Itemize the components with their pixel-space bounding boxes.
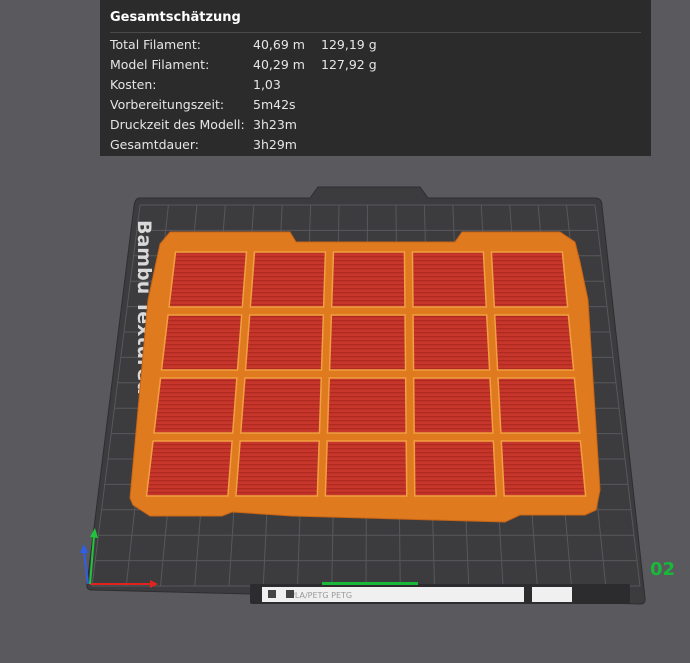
- model-compartment: [493, 314, 575, 371]
- model-compartment: [412, 377, 494, 434]
- model-compartment: [168, 251, 248, 308]
- model-compartment: [412, 314, 491, 371]
- model-compartment: [500, 440, 587, 497]
- model-compartment: [145, 440, 233, 497]
- model-compartment: [235, 440, 320, 497]
- 3d-viewport[interactable]: Bambu Textured PEI Plate PLA/PETG PETG: [0, 0, 690, 663]
- plate-number[interactable]: 02: [650, 559, 675, 580]
- model-compartment: [497, 377, 581, 434]
- sliced-model[interactable]: [129, 231, 601, 523]
- model-compartment: [324, 440, 408, 497]
- filament-label: PLA/PETG PETG: [290, 591, 352, 600]
- model-compartment: [249, 251, 327, 308]
- model-compartment: [411, 251, 488, 308]
- model-compartment: [153, 377, 238, 434]
- model-compartment: [326, 377, 407, 434]
- model-compartment: [330, 251, 406, 308]
- model-compartment: [328, 314, 407, 371]
- model-compartment: [244, 314, 325, 371]
- model-compartment: [490, 251, 569, 308]
- plate-label-strip: PLA/PETG PETG: [250, 582, 630, 604]
- model-compartment: [160, 314, 243, 371]
- model-compartment: [413, 440, 497, 497]
- model-compartment: [239, 377, 323, 434]
